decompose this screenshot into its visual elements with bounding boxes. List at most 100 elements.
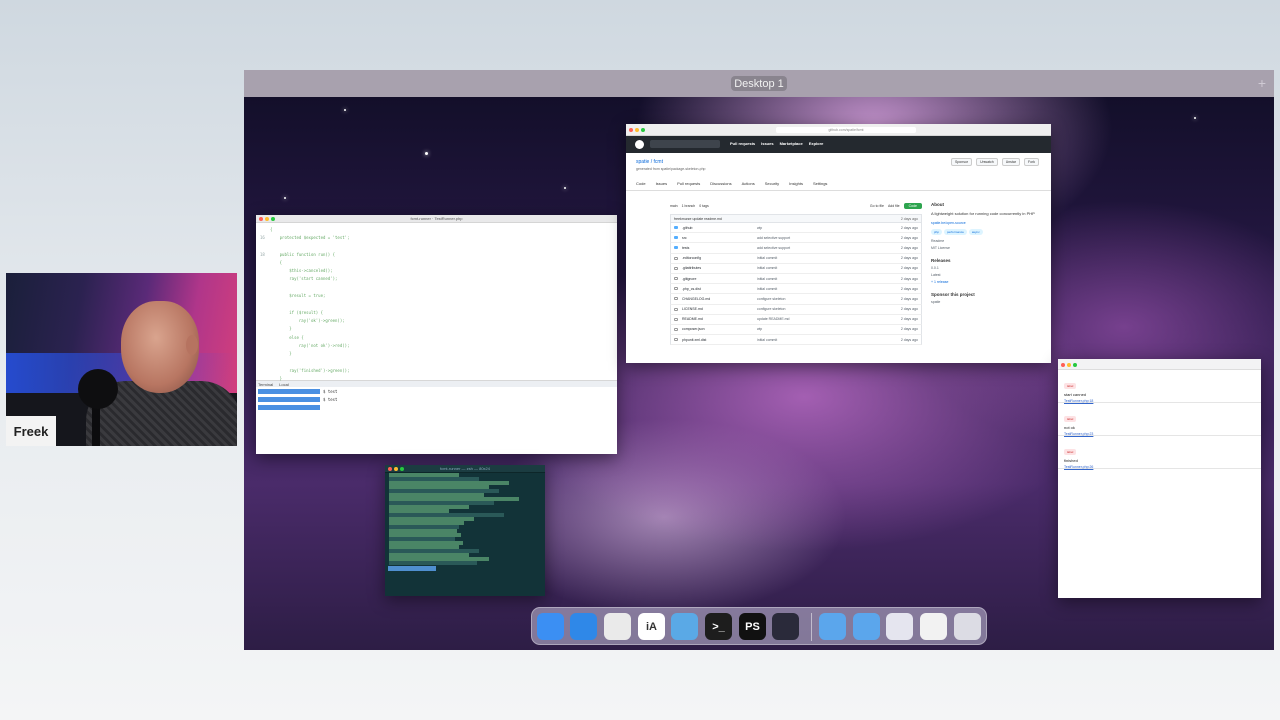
terminal-titlebar[interactable]: fcmt-runner — zsh — 80x24 bbox=[385, 465, 545, 473]
file-row[interactable]: README.md update README.md 2 days ago bbox=[670, 314, 922, 325]
file-name[interactable]: phpunit.xml.dist bbox=[682, 338, 757, 342]
branches-link[interactable]: 1 branch bbox=[682, 204, 696, 208]
zoom-icon[interactable] bbox=[641, 128, 645, 132]
dock-safari-icon[interactable] bbox=[570, 613, 597, 640]
unwatch-button[interactable]: Unwatch bbox=[976, 158, 998, 166]
code-line[interactable] bbox=[260, 300, 613, 308]
file-name[interactable]: .gitignore bbox=[682, 277, 757, 281]
file-commit-message[interactable]: initial commit bbox=[757, 277, 892, 281]
sponsor-button[interactable]: Sponsor bbox=[951, 158, 973, 166]
file-commit-message[interactable]: initial commit bbox=[757, 287, 892, 291]
code-line[interactable]: ray('finished')->green(); bbox=[260, 366, 613, 374]
tab-security[interactable]: Security bbox=[765, 181, 779, 186]
code-line[interactable]: $result = true; bbox=[260, 291, 613, 299]
dock-document-stack-icon[interactable] bbox=[920, 613, 947, 640]
dock-phpstorm-icon[interactable]: PS bbox=[739, 613, 766, 640]
file-row[interactable]: composer.json wip 2 days ago bbox=[670, 324, 922, 336]
file-row[interactable]: LICENSE.md configure skeleton 2 days ago bbox=[670, 304, 922, 315]
ray-entry[interactable]: label start canned TestRunner.php:18 bbox=[1058, 370, 1261, 403]
file-commit-message[interactable]: initial commit bbox=[757, 338, 892, 342]
topic-tag[interactable]: php bbox=[931, 229, 943, 235]
tab-pull-requests[interactable]: Pull requests bbox=[677, 181, 700, 186]
code-line[interactable]: if ($result) { bbox=[260, 308, 613, 316]
github-search-input[interactable] bbox=[650, 140, 720, 148]
file-row[interactable]: .editorconfig initial commit 2 days ago bbox=[670, 253, 922, 264]
code-button[interactable]: Code bbox=[903, 202, 922, 209]
dock-finder-icon[interactable] bbox=[537, 613, 564, 640]
editor-titlebar[interactable]: fcmt-runner · TestRunner.php bbox=[256, 215, 617, 223]
address-bar[interactable]: github.com/spatie/fcmt bbox=[776, 127, 916, 133]
file-row[interactable]: src add selective support 2 days ago bbox=[670, 233, 922, 244]
add-space-button[interactable]: + bbox=[1258, 75, 1266, 91]
ray-entry[interactable]: label not ok TestRunner.php:23 bbox=[1058, 403, 1261, 436]
file-commit-message[interactable]: wip bbox=[757, 327, 892, 331]
file-row[interactable]: CHANGELOG.md configure skeleton 2 days ago bbox=[670, 294, 922, 305]
tab-settings[interactable]: Settings bbox=[813, 181, 827, 186]
file-name[interactable]: .editorconfig bbox=[682, 256, 757, 260]
file-name[interactable]: README.md bbox=[682, 317, 757, 321]
file-row[interactable]: .gitignore initial commit 2 days ago bbox=[670, 273, 922, 285]
code-line[interactable]: else { bbox=[260, 333, 613, 341]
github-logo-icon[interactable] bbox=[635, 140, 644, 149]
tab-discussions[interactable]: Discussions bbox=[710, 181, 731, 186]
zoom-icon[interactable] bbox=[1073, 363, 1077, 367]
file-commit-message[interactable]: add selective support bbox=[757, 246, 892, 250]
nav-pull-requests[interactable]: Pull requests bbox=[730, 141, 755, 146]
repo-title[interactable]: spatie / fcmt bbox=[636, 159, 663, 165]
close-icon[interactable] bbox=[1061, 363, 1065, 367]
license-link[interactable]: MIT License bbox=[931, 246, 1041, 250]
create-release-link[interactable]: + 1 release bbox=[931, 280, 1041, 284]
release-tag[interactable]: 0.0.1 bbox=[931, 266, 1041, 270]
file-name[interactable]: LICENSE.md bbox=[682, 307, 757, 311]
unstar-button[interactable]: Unstar bbox=[1001, 158, 1020, 166]
tab-code[interactable]: Code bbox=[636, 181, 646, 186]
code-line[interactable]: $this->canceled(); bbox=[260, 266, 613, 274]
file-name[interactable]: composer.json bbox=[682, 327, 757, 331]
editor-window[interactable]: fcmt-runner · TestRunner.php {16 protect… bbox=[256, 215, 617, 454]
file-commit-message[interactable]: wip bbox=[757, 226, 892, 230]
branch-select[interactable]: main bbox=[670, 204, 678, 208]
minimize-icon[interactable] bbox=[635, 128, 639, 132]
file-row[interactable]: .github wip 2 days ago bbox=[670, 223, 922, 234]
nav-issues[interactable]: Issues bbox=[761, 141, 773, 146]
space-desktop-1[interactable]: Desktop 1 bbox=[731, 76, 787, 91]
code-line[interactable]: { bbox=[260, 258, 613, 266]
file-row[interactable]: tests add selective support 2 days ago bbox=[670, 243, 922, 254]
file-commit-message[interactable]: initial commit bbox=[757, 266, 892, 270]
code-line[interactable] bbox=[260, 283, 613, 291]
file-commit-message[interactable]: add selective support bbox=[757, 236, 892, 240]
code-line[interactable]: } bbox=[260, 374, 613, 382]
file-name[interactable]: CHANGELOG.md bbox=[682, 297, 757, 301]
entry-link[interactable]: TestRunner.php:26 bbox=[1064, 465, 1255, 469]
file-name[interactable]: .php_cs.dist bbox=[682, 287, 757, 291]
code-line[interactable]: { bbox=[260, 225, 613, 233]
tags-link[interactable]: 0 tags bbox=[699, 204, 709, 208]
dock-downloads-folder-icon[interactable] bbox=[819, 613, 846, 640]
file-commit-message[interactable]: initial commit bbox=[757, 256, 892, 260]
dock-chrome-icon[interactable] bbox=[604, 613, 631, 640]
terminal-output[interactable] bbox=[385, 473, 545, 571]
code-line[interactable]: } bbox=[260, 349, 613, 357]
dock-recent-stack-icon[interactable] bbox=[886, 613, 913, 640]
add-file-button[interactable]: Add file bbox=[888, 204, 900, 208]
file-commit-message[interactable]: configure skeleton bbox=[757, 307, 892, 311]
file-name[interactable]: .gitattributes bbox=[682, 266, 757, 270]
tab-issues[interactable]: Issues bbox=[656, 181, 668, 186]
nav-explore[interactable]: Explore bbox=[809, 141, 824, 146]
readme-link[interactable]: Readme bbox=[931, 239, 1041, 243]
code-line[interactable] bbox=[260, 242, 613, 250]
tab-actions[interactable]: Actions bbox=[742, 181, 755, 186]
dock-documents-folder-icon[interactable] bbox=[853, 613, 880, 640]
code-line[interactable] bbox=[260, 358, 613, 366]
code-line[interactable]: } bbox=[260, 325, 613, 333]
code-area[interactable]: {16 protected $expected = 'test'; 18 publ… bbox=[256, 223, 617, 382]
dock-sublime-icon[interactable] bbox=[772, 613, 799, 640]
dock-tweetbot-icon[interactable] bbox=[671, 613, 698, 640]
about-link[interactable]: spatie.be/open-source bbox=[931, 221, 1041, 225]
go-to-file-button[interactable]: Go to file bbox=[870, 204, 884, 208]
code-line[interactable]: ray('start canned'); bbox=[260, 275, 613, 283]
ray-window[interactable]: label start canned TestRunner.php:18 lab… bbox=[1058, 359, 1261, 598]
code-line[interactable]: ray('ok')->green(); bbox=[260, 316, 613, 324]
code-line[interactable]: 16 protected $expected = 'test'; bbox=[260, 233, 613, 241]
file-name[interactable]: src bbox=[682, 236, 757, 240]
